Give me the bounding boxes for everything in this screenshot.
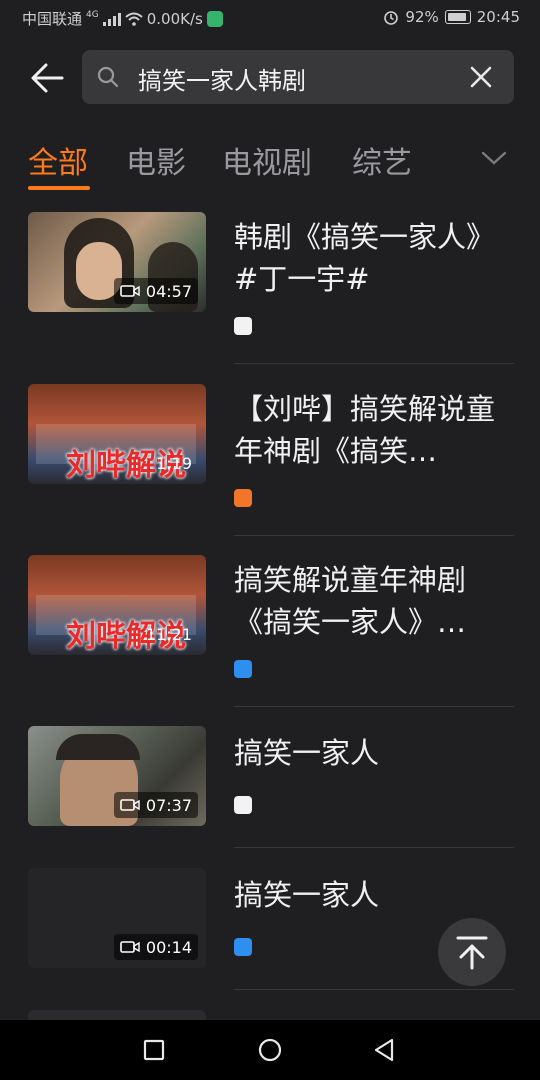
next-item-thumbnail [28, 1010, 206, 1020]
search-input[interactable] [136, 58, 460, 98]
list-item[interactable]: 刘哔解说 11:21 搞笑解说童年神剧《搞笑一家人》… [0, 555, 540, 707]
duration-text: 04:57 [145, 281, 192, 301]
duration-badge: 1:19 [150, 450, 198, 476]
result-title[interactable]: 【刘哔】搞笑解说童年神剧《搞笑… [234, 388, 514, 472]
signal-icon [102, 12, 121, 26]
battery-percent: 92% [405, 8, 439, 26]
status-bar: 中国联通 4G 0.00K/s 92% 20:45 [0, 0, 540, 36]
battery-icon [444, 10, 471, 24]
video-camera-icon [120, 799, 140, 811]
app-notification-icon [206, 10, 223, 27]
tab-movies[interactable]: 电影 [126, 138, 186, 182]
divider [234, 363, 514, 364]
duration-badge: 00:14 [113, 934, 198, 960]
result-title[interactable]: 搞笑一家人 [234, 874, 514, 916]
video-thumbnail[interactable]: 刘哔解说 11:21 [28, 555, 206, 655]
search-icon [97, 66, 119, 88]
weibo-icon [234, 317, 252, 335]
duration-text: 11:21 [145, 624, 192, 644]
list-item[interactable]: 07:37 搞笑一家人 [0, 726, 540, 848]
active-tab-indicator [28, 186, 90, 190]
result-title[interactable]: 搞笑一家人 [234, 732, 514, 774]
wifi-icon [125, 12, 143, 26]
home-icon[interactable] [256, 1036, 284, 1064]
search-bar[interactable] [82, 50, 514, 104]
divider [234, 535, 514, 536]
orange-app-icon [234, 489, 252, 507]
weibo-icon [234, 796, 252, 814]
result-title[interactable]: 韩剧《搞笑一家人》#丁一宇# [234, 216, 514, 300]
result-title[interactable]: 搞笑解说童年神剧《搞笑一家人》… [234, 559, 514, 643]
clear-icon[interactable] [468, 64, 494, 90]
duration-badge: 11:21 [140, 621, 198, 647]
video-thumbnail[interactable]: 00:14 [28, 868, 206, 968]
recent-apps-icon[interactable] [140, 1036, 168, 1064]
tab-tv-series[interactable]: 电视剧 [222, 138, 312, 182]
carrier-label: 中国联通 [22, 10, 83, 28]
video-thumbnail[interactable]: 04:57 [28, 212, 206, 312]
back-icon[interactable] [370, 1036, 398, 1064]
video-thumbnail[interactable]: 07:37 [28, 726, 206, 826]
arrow-up-icon [456, 936, 488, 970]
back-arrow-icon[interactable] [28, 58, 68, 98]
list-item[interactable]: 04:57 韩剧《搞笑一家人》#丁一宇# [0, 212, 540, 364]
network-type: 4G [86, 9, 99, 20]
blue-app-icon [234, 938, 252, 956]
scroll-to-top-button[interactable] [438, 918, 506, 986]
divider [234, 706, 514, 707]
divider [234, 847, 514, 848]
network-speed: 0.00K/s [146, 9, 203, 28]
divider [234, 989, 514, 990]
clock: 20:45 [476, 8, 520, 26]
status-right: 92% 20:45 [383, 8, 520, 26]
duration-text: 1:19 [156, 453, 192, 473]
status-left: 中国联通 4G 0.00K/s [22, 8, 223, 29]
tab-all[interactable]: 全部 [28, 138, 88, 182]
list-item[interactable]: 刘哔解说 1:19 【刘哔】搞笑解说童年神剧《搞笑… [0, 384, 540, 536]
video-camera-icon [120, 941, 140, 953]
system-nav-bar [0, 1020, 540, 1080]
alarm-icon [384, 11, 399, 25]
duration-text: 07:37 [145, 795, 192, 815]
video-thumbnail[interactable]: 刘哔解说 1:19 [28, 384, 206, 484]
blue-app-icon [234, 660, 252, 678]
duration-badge: 04:57 [113, 278, 198, 304]
tab-variety[interactable]: 综艺 [352, 138, 412, 182]
chevron-down-icon[interactable] [480, 146, 508, 170]
duration-text: 00:14 [145, 937, 192, 957]
category-tabs: 全部 电影 电视剧 综艺 [0, 130, 540, 190]
duration-badge: 07:37 [113, 792, 198, 818]
video-camera-icon [120, 285, 140, 297]
